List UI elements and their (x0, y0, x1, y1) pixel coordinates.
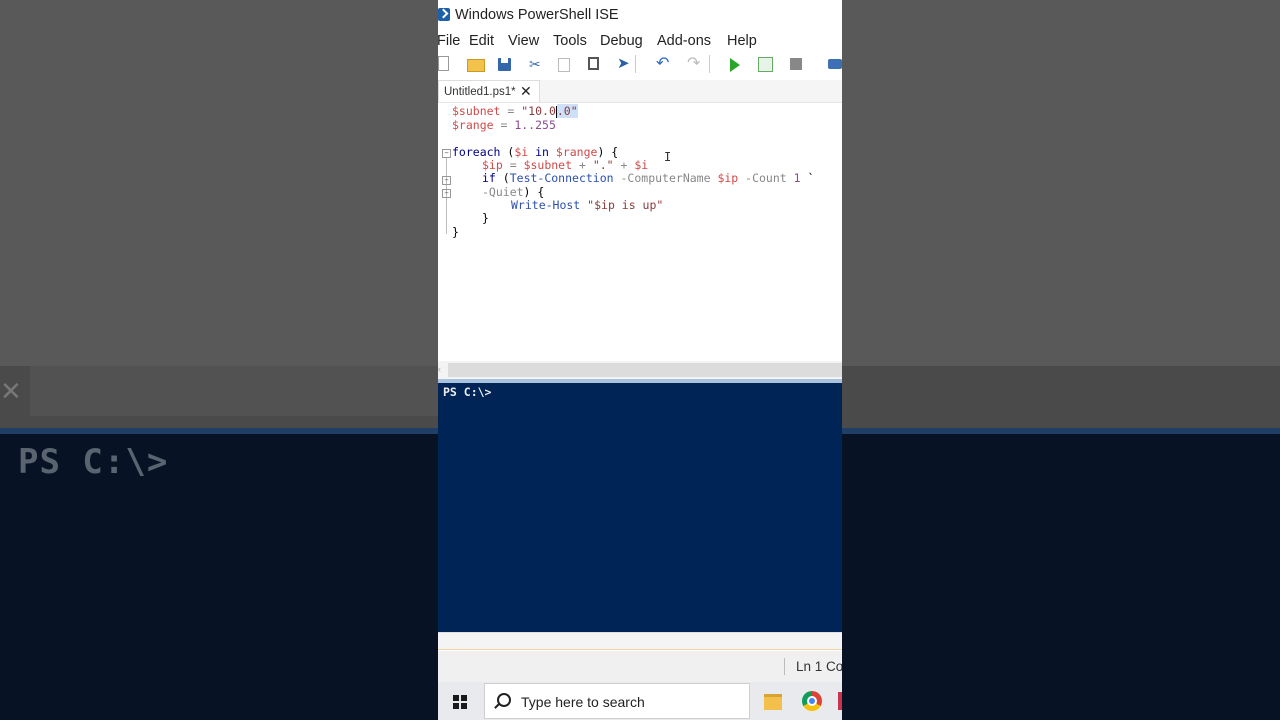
taskbar-search-box[interactable]: Type here to search (484, 683, 750, 719)
background-prompt-text: PS C:\> (18, 442, 169, 482)
toolbar: ✂ ➤ ↶ ↷ (438, 53, 842, 77)
scrollbar-thumb[interactable] (448, 363, 842, 377)
fold-toggle-foreach[interactable]: − (442, 149, 451, 158)
redo-icon[interactable]: ↷ (687, 53, 703, 72)
scroll-left-icon[interactable]: ‹ (438, 364, 441, 374)
clear-console-icon[interactable]: ➤ (617, 54, 633, 72)
run-script-icon[interactable] (730, 58, 740, 72)
search-placeholder: Type here to search (521, 694, 645, 710)
fold-toggle-if[interactable]: − (442, 176, 451, 185)
mouse-ibeam-cursor: I (664, 150, 672, 164)
run-selection-icon[interactable] (758, 57, 773, 72)
menu-view[interactable]: View (508, 33, 539, 49)
code-line-1: $subnet = "10.0.0" (452, 104, 578, 118)
code-line-10: } (452, 225, 459, 239)
menu-file[interactable]: File (438, 33, 460, 49)
console-bottom-strip (438, 632, 842, 650)
taskbar-app-icon[interactable] (838, 692, 842, 710)
title-bar: Windows PowerShell ISE (438, 0, 842, 30)
taskbar: Type here to search (438, 682, 842, 720)
copy-icon[interactable] (558, 58, 570, 72)
cut-icon[interactable]: ✂ (529, 56, 543, 72)
undo-icon[interactable]: ↶ (656, 53, 672, 72)
save-icon[interactable] (498, 58, 511, 71)
stop-icon[interactable] (790, 58, 802, 70)
background-left: ✕ PS C:\> (0, 0, 438, 720)
paste-icon[interactable] (588, 57, 599, 70)
tab-label: Untitled1.ps1* (444, 86, 516, 98)
new-script-icon[interactable] (438, 56, 449, 71)
close-icon[interactable]: ✕ (520, 83, 532, 100)
search-icon (497, 693, 511, 707)
fold-toggle-block[interactable]: − (442, 189, 451, 198)
powershell-ise-window: Windows PowerShell ISE File Edit View To… (438, 0, 842, 720)
windows-start-icon[interactable] (453, 695, 467, 709)
script-editor[interactable]: $subnet = "10.0.0" $range = 1..255 − for… (438, 103, 842, 361)
powershell-ise-icon (438, 8, 450, 21)
code-line-8: Write-Host "$ip is up" (511, 198, 664, 212)
selected-text: .0" (556, 104, 578, 118)
menu-edit[interactable]: Edit (469, 33, 494, 49)
editor-horizontal-scrollbar[interactable]: ‹ (438, 361, 842, 379)
menu-bar: File Edit View Tools Debug Add-ons Help (438, 30, 842, 52)
remote-tab-icon[interactable] (828, 59, 842, 69)
background-right (842, 0, 1280, 720)
console-pane[interactable]: PS C:\> (438, 383, 842, 632)
tab-untitled1[interactable]: Untitled1.ps1* ✕ (438, 80, 540, 102)
open-icon[interactable] (467, 59, 485, 72)
window-title: Windows PowerShell ISE (455, 7, 619, 23)
toolbar-separator (709, 55, 710, 73)
menu-debug[interactable]: Debug (600, 33, 643, 49)
code-line-2: $range = 1..255 (452, 118, 556, 132)
code-line-6: if (Test-Connection -ComputerName $ip -C… (482, 171, 815, 185)
menu-tools[interactable]: Tools (553, 33, 587, 49)
code-line-9: } (482, 211, 489, 225)
file-explorer-icon[interactable] (764, 694, 782, 710)
chrome-icon[interactable] (802, 691, 822, 711)
cursor-position: Ln 1 Col 1 (796, 659, 842, 674)
status-bar: Ln 1 Col 1 (438, 651, 842, 682)
console-prompt: PS C:\> (443, 385, 492, 399)
background-close-glyph: ✕ (0, 376, 22, 406)
menu-help[interactable]: Help (727, 33, 757, 49)
menu-add-ons[interactable]: Add-ons (657, 33, 711, 49)
toolbar-separator (635, 55, 636, 73)
status-divider (784, 658, 785, 675)
script-tab-strip: Untitled1.ps1* ✕ (438, 80, 842, 103)
